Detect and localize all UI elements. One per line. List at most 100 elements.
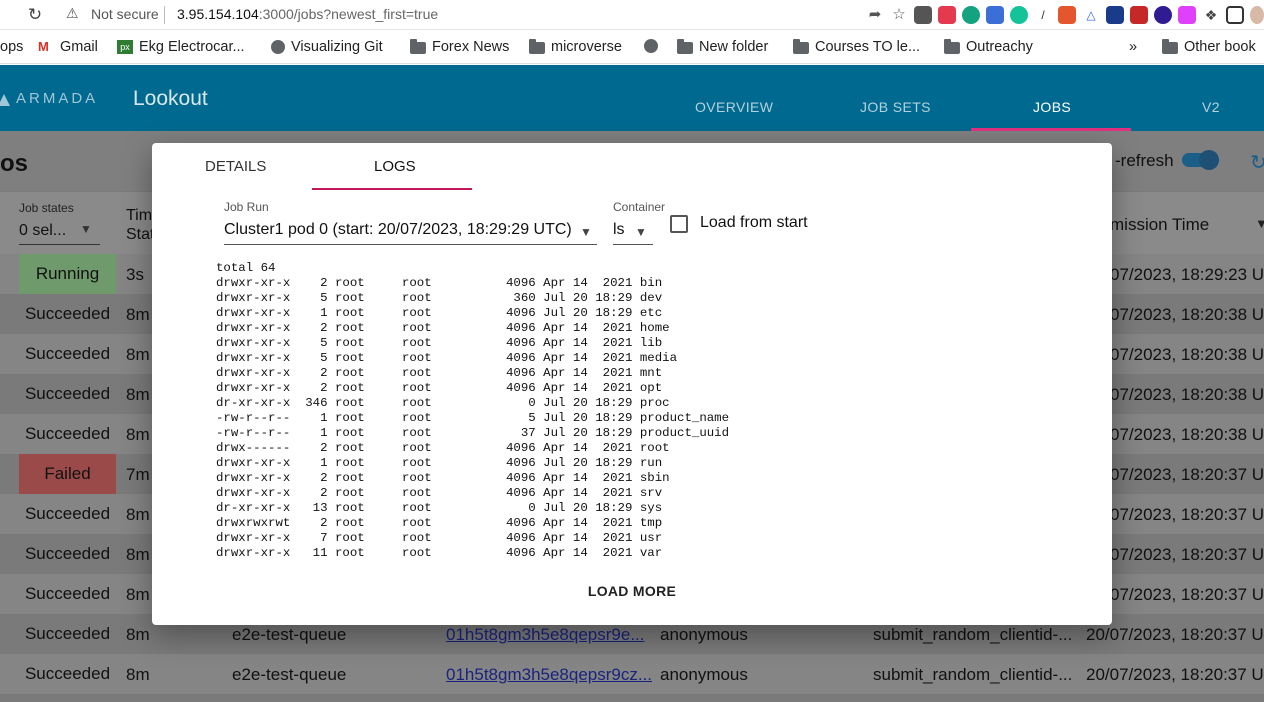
bookmark-ekg[interactable]: px Ekg Electrocar... [117,39,245,55]
submitted-cell: 07/2023, 18:20:38 UT [1110,345,1264,364]
bookmark-forex-news[interactable]: Forex News [410,39,509,55]
bookmark-globe[interactable] [644,39,658,53]
app-title[interactable]: Lookout [133,87,208,111]
tab-active-indicator [312,188,472,190]
pen-icon[interactable]: / [1034,6,1052,24]
job-id-link[interactable]: 01h5t8gm3h5e8qepsr9e... [446,625,645,645]
sort-arrow-icon[interactable]: ▼ [1255,216,1264,231]
url-text[interactable]: 3.95.154.104:3000/jobs?newest_first=true [177,6,438,22]
job-set-cell: submit_random_clientid-... [873,625,1073,644]
chevron-down-icon[interactable]: ▼ [580,225,592,239]
status-badge: Running [19,254,116,294]
bookmark-other[interactable]: Other book [1162,39,1256,55]
extension-red-icon[interactable] [1130,6,1148,24]
page-title: os [0,150,29,177]
chevron-down-icon[interactable]: ▼ [635,225,647,239]
nav-overview[interactable]: OVERVIEW [695,99,773,115]
url-host: 3.95.154.104 [177,6,259,22]
logo-text: ARMADA [16,90,99,107]
container-underline [613,244,653,245]
grammarly-icon[interactable] [1010,6,1028,24]
log-line: drwxr-xr-x 5 root root 4096 Apr 14 2021 … [216,336,663,350]
time-cell: 3s [126,265,144,284]
gmail-icon: M [38,39,49,54]
puzzle-icon[interactable]: ❖ [1202,6,1220,24]
submitted-cell: 07/2023, 18:20:38 UT [1110,385,1264,404]
extension-colorful-icon[interactable] [1178,6,1196,24]
chevron-down-icon[interactable]: ▼ [80,222,92,236]
log-line: drwxr-xr-x 11 root root 4096 Apr 14 2021… [216,546,663,560]
share-icon[interactable]: ➦ [866,6,884,24]
log-line: drwxrwxrwt 2 root root 4096 Apr 14 2021 … [216,516,663,530]
globe-icon [271,40,285,54]
job-states-underline [19,244,100,245]
refresh-icon[interactable]: ↻ [1250,150,1264,175]
browser-url-bar: ↻ ⚠ Not secure 3.95.154.104:3000/jobs?ne… [0,0,1264,30]
bookmarks-overflow-button[interactable]: » [1129,39,1137,55]
camera-icon[interactable] [914,6,932,24]
job-run-label: Job Run [224,200,269,214]
log-line: drwxr-xr-x 1 root root 4096 Jul 20 18:29… [216,456,663,470]
load-more-button[interactable]: LOAD MORE [152,583,1112,599]
bookmark-outreachy[interactable]: Outreachy [944,39,1033,55]
bookmark-courses[interactable]: Courses TO le... [793,39,920,55]
security-label[interactable]: Not secure [91,6,159,22]
status-badge: Failed [19,454,116,494]
status-badge: Succeeded [24,384,111,403]
submitted-cell: 07/2023, 18:20:38 UT [1110,425,1264,444]
status-badge: Succeeded [24,344,111,363]
load-from-start-label[interactable]: Load from start [700,214,808,232]
folder-icon [529,39,545,54]
tab-details[interactable]: DETAILS [205,158,266,175]
pocket-icon[interactable] [938,6,956,24]
tab-logs[interactable]: LOGS [374,158,416,175]
extension-orange-icon[interactable] [1058,6,1076,24]
extension-green-icon[interactable] [962,6,980,24]
time-cell: 8m [126,505,150,524]
job-run-select[interactable]: Cluster1 pod 0 (start: 20/07/2023, 18:29… [224,221,572,239]
sidebar-icon[interactable] [1226,6,1244,24]
folder-icon [410,39,426,54]
folder-icon [1162,39,1178,54]
status-badge: Succeeded [24,424,111,443]
time-cell: 8m [126,545,150,564]
submitted-cell: 07/2023, 18:20:37 UT [1110,505,1264,524]
log-line: drwxr-xr-x 2 root root 4096 Apr 14 2021 … [216,321,670,335]
bookmarks-bar: ops M Gmail px Ekg Electrocar... Visualizi… [0,31,1264,64]
warning-icon[interactable]: ⚠ [66,5,79,22]
submitted-cell: 07/2023, 18:20:37 UT [1110,545,1264,564]
avatar[interactable] [1250,6,1264,24]
time-cell: 8m [126,385,150,404]
owner-cell: anonymous [660,665,748,684]
heart-icon[interactable] [1106,6,1124,24]
load-from-start-checkbox[interactable] [670,215,688,233]
bookmark-gmail[interactable]: M Gmail [38,39,98,55]
column-header-time[interactable]: Tim Stat [126,206,154,244]
job-id-link[interactable]: 01h5t8gm3h5e8qepsr9cz... [446,665,652,685]
log-output: total 64 drwxr-xr-x 2 root root 4096 Apr … [216,261,729,561]
bookmark-microverse[interactable]: microverse [529,39,622,55]
status-badge: Succeeded [24,544,111,563]
star-icon[interactable]: ☆ [890,6,908,24]
translate-icon[interactable] [986,6,1004,24]
column-header-submission-time[interactable]: mission Time [1110,215,1209,235]
extension-purple-icon[interactable] [1154,6,1172,24]
nav-job-sets[interactable]: JOB SETS [860,99,931,115]
job-details-modal: DETAILS LOGS Job Run Cluster1 pod 0 (sta… [152,143,1112,625]
nav-jobs[interactable]: JOBS [1033,99,1071,115]
autorefresh-toggle-knob[interactable] [1199,150,1219,170]
table-row[interactable]: Succeeded 8m e2e-test-queue 01h5t8gm3h5e… [0,654,1264,694]
job-states-select[interactable]: 0 sel... [19,222,66,240]
bookmark-new-folder[interactable]: New folder [677,39,768,55]
submitted-cell: 20/07/2023, 18:20:37 UT [1086,625,1264,644]
container-select[interactable]: ls [613,221,625,239]
url-separator [164,6,165,24]
queue-cell: e2e-test-queue [232,625,347,644]
extension-icons: ➦ ☆ / △ ❖ [866,4,1264,26]
bookmark-apps[interactable]: ops [0,39,23,55]
log-line: -rw-r--r-- 1 root root 5 Jul 20 18:29 pr… [216,411,730,425]
bookmark-visualizing-git[interactable]: Visualizing Git [271,39,383,55]
triangle-icon[interactable]: △ [1082,6,1100,24]
reload-icon[interactable]: ↻ [24,4,46,26]
nav-v2[interactable]: V2 [1202,99,1220,115]
